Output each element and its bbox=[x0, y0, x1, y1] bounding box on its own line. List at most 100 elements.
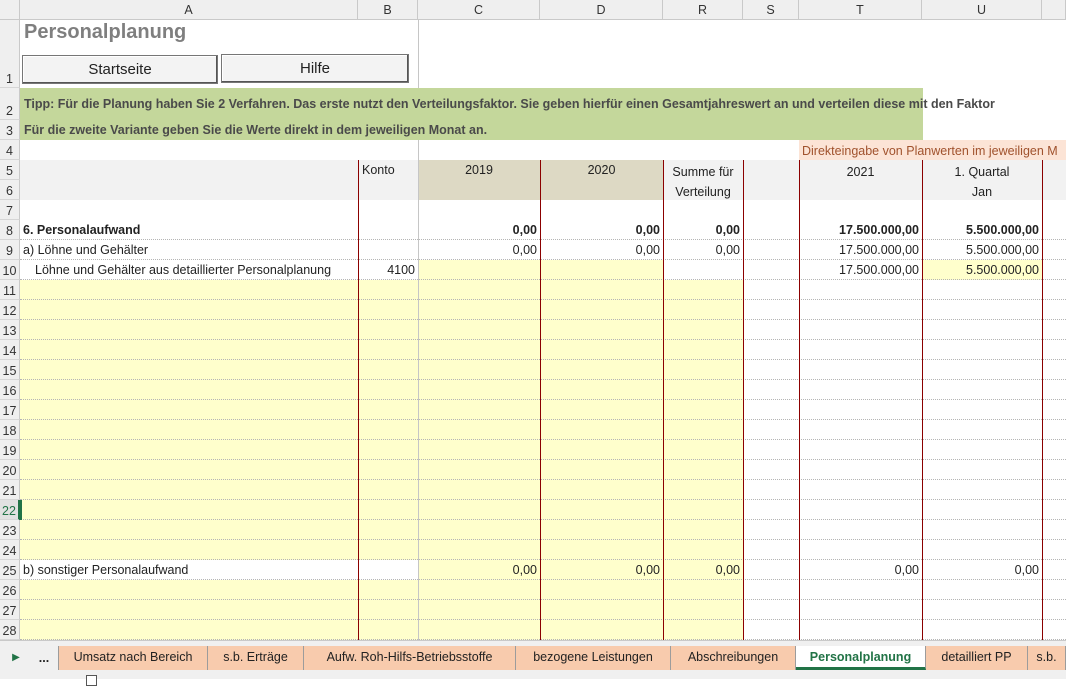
row-header-20[interactable]: 20 bbox=[0, 460, 20, 480]
row-header-25[interactable]: 25 bbox=[0, 560, 20, 580]
row8-2021[interactable]: 17.500.000,00 bbox=[799, 223, 922, 237]
row10-konto[interactable]: 4100 bbox=[358, 263, 418, 277]
row-line-12 bbox=[20, 300, 1066, 320]
tip-line-2: Für die zweite Variante geben Sie die We… bbox=[24, 123, 488, 137]
row25-jan[interactable]: 0,00 bbox=[922, 563, 1042, 577]
row-header-6[interactable]: 6 bbox=[0, 180, 20, 200]
row-header-18[interactable]: 18 bbox=[0, 420, 20, 440]
header-2020: 2020 bbox=[587, 163, 616, 177]
column-header-t[interactable]: T bbox=[799, 0, 922, 20]
scroll-tabs-right-icon[interactable]: ▶ bbox=[8, 648, 24, 668]
row-header-16[interactable]: 16 bbox=[0, 380, 20, 400]
row-header-2[interactable]: 2 bbox=[0, 88, 20, 120]
select-all-corner[interactable] bbox=[0, 0, 20, 20]
startseite-button[interactable]: Startseite bbox=[22, 55, 218, 84]
row-line-22 bbox=[20, 500, 1066, 520]
row-header-3[interactable]: 3 bbox=[0, 120, 20, 140]
row9-jan[interactable]: 5.500.000,00 bbox=[922, 243, 1042, 257]
row9-2020[interactable]: 0,00 bbox=[540, 243, 663, 257]
row10-label[interactable]: Löhne und Gehälter aus detaillierter Per… bbox=[35, 263, 331, 277]
row-line-15 bbox=[20, 360, 1066, 380]
col-separator-v bbox=[1042, 160, 1043, 640]
row-line-14 bbox=[20, 340, 1066, 360]
tip-line-1: Tipp: Für die Planung haben Sie 2 Verfah… bbox=[24, 97, 995, 111]
row9-2019[interactable]: 0,00 bbox=[418, 243, 540, 257]
row8-label[interactable]: 6. Personalaufwand bbox=[23, 223, 140, 237]
row-line-18 bbox=[20, 420, 1066, 440]
row8-summe[interactable]: 0,00 bbox=[663, 223, 743, 237]
tab-bezogene-leistungen[interactable]: bezogene Leistungen bbox=[516, 646, 671, 670]
tab-umsatz-nach-bereich[interactable]: Umsatz nach Bereich bbox=[58, 646, 208, 670]
selected-cell[interactable] bbox=[19, 500, 22, 520]
tab-sb-partial[interactable]: s.b. bbox=[1028, 646, 1066, 670]
row-line-23 bbox=[20, 520, 1066, 540]
row-line-20 bbox=[20, 460, 1066, 480]
col-separator-b bbox=[358, 160, 359, 640]
row-header-8[interactable]: 8 bbox=[0, 220, 20, 240]
tab-detailliert-pp[interactable]: detailliert PP bbox=[926, 646, 1028, 670]
row-header-22[interactable]: 22 bbox=[0, 500, 20, 520]
row9-label[interactable]: a) Löhne und Gehälter bbox=[23, 243, 148, 257]
tab-abschreibungen[interactable]: Abschreibungen bbox=[671, 646, 796, 670]
row-header-10[interactable]: 10 bbox=[0, 260, 20, 280]
row-header-24[interactable]: 24 bbox=[0, 540, 20, 560]
row-header-4[interactable]: 4 bbox=[0, 140, 20, 160]
col-separator-s bbox=[743, 160, 744, 640]
row-header-23[interactable]: 23 bbox=[0, 520, 20, 540]
row-header-11[interactable]: 11 bbox=[0, 280, 20, 300]
column-header-b[interactable]: B bbox=[358, 0, 418, 20]
row-header-17[interactable]: 17 bbox=[0, 400, 20, 420]
row25-2021[interactable]: 0,00 bbox=[799, 563, 922, 577]
row-header-12[interactable]: 12 bbox=[0, 300, 20, 320]
row25-summe[interactable]: 0,00 bbox=[663, 563, 743, 577]
row-line-16 bbox=[20, 380, 1066, 400]
row9-2021[interactable]: 17.500.000,00 bbox=[799, 243, 922, 257]
row-header-28[interactable]: 28 bbox=[0, 620, 20, 640]
status-checkbox[interactable] bbox=[86, 675, 97, 686]
row-header-7[interactable]: 7 bbox=[0, 200, 20, 220]
header-summe-2: Verteilung bbox=[675, 185, 731, 199]
column-header-a[interactable]: A bbox=[20, 0, 358, 20]
row-line-24 bbox=[20, 540, 1066, 560]
column-header-d[interactable]: D bbox=[540, 0, 663, 20]
page-title: Personalplanung bbox=[24, 21, 187, 43]
row-header-5[interactable]: 5 bbox=[0, 160, 20, 180]
row25-2019[interactable]: 0,00 bbox=[418, 563, 540, 577]
column-header-s[interactable]: S bbox=[743, 0, 799, 20]
column-header-c[interactable]: C bbox=[418, 0, 540, 20]
header-summe-1: Summe für bbox=[672, 165, 734, 179]
tab-aufw-roh-hilfs-betriebsstoffe[interactable]: Aufw. Roh-Hilfs-Betriebsstoffe bbox=[304, 646, 516, 670]
row8-2020[interactable]: 0,00 bbox=[540, 223, 663, 237]
row10-jan[interactable]: 5.500.000,00 bbox=[922, 263, 1042, 277]
tab-personalplanung[interactable]: Personalplanung bbox=[796, 646, 926, 670]
column-header-next[interactable] bbox=[1042, 0, 1066, 20]
row-header-1[interactable]: 1 bbox=[0, 20, 20, 88]
hilfe-button[interactable]: Hilfe bbox=[221, 54, 409, 83]
row-line-27 bbox=[20, 600, 1066, 620]
row-header-14[interactable]: 14 bbox=[0, 340, 20, 360]
row-header-21[interactable]: 21 bbox=[0, 480, 20, 500]
row-header-15[interactable]: 15 bbox=[0, 360, 20, 380]
more-tabs-button[interactable]: ... bbox=[30, 648, 58, 668]
header-quarter: 1. Quartal bbox=[954, 165, 1010, 179]
direct-entry-note: Direkteingabe von Planwerten im jeweilig… bbox=[802, 144, 1058, 158]
row10-2021[interactable]: 17.500.000,00 bbox=[799, 263, 922, 277]
row-line-13 bbox=[20, 320, 1066, 340]
row8-jan[interactable]: 5.500.000,00 bbox=[922, 223, 1042, 237]
row-header-13[interactable]: 13 bbox=[0, 320, 20, 340]
row-line-26 bbox=[20, 580, 1066, 600]
row25-2020[interactable]: 0,00 bbox=[540, 563, 663, 577]
row8-2019[interactable]: 0,00 bbox=[418, 223, 540, 237]
row9-summe[interactable]: 0,00 bbox=[663, 243, 743, 257]
row-header-19[interactable]: 19 bbox=[0, 440, 20, 460]
row-header-26[interactable]: 26 bbox=[0, 580, 20, 600]
row25-label[interactable]: b) sonstiger Personalaufwand bbox=[23, 563, 188, 577]
row-header-27[interactable]: 27 bbox=[0, 600, 20, 620]
column-header-u[interactable]: U bbox=[922, 0, 1042, 20]
row-header-9[interactable]: 9 bbox=[0, 240, 20, 260]
tab-sb-ertraege[interactable]: s.b. Erträge bbox=[208, 646, 304, 670]
row-line-11 bbox=[20, 280, 1066, 300]
header-2021: 2021 bbox=[846, 165, 875, 179]
header-month: Jan bbox=[971, 185, 993, 199]
column-header-r[interactable]: R bbox=[663, 0, 743, 20]
